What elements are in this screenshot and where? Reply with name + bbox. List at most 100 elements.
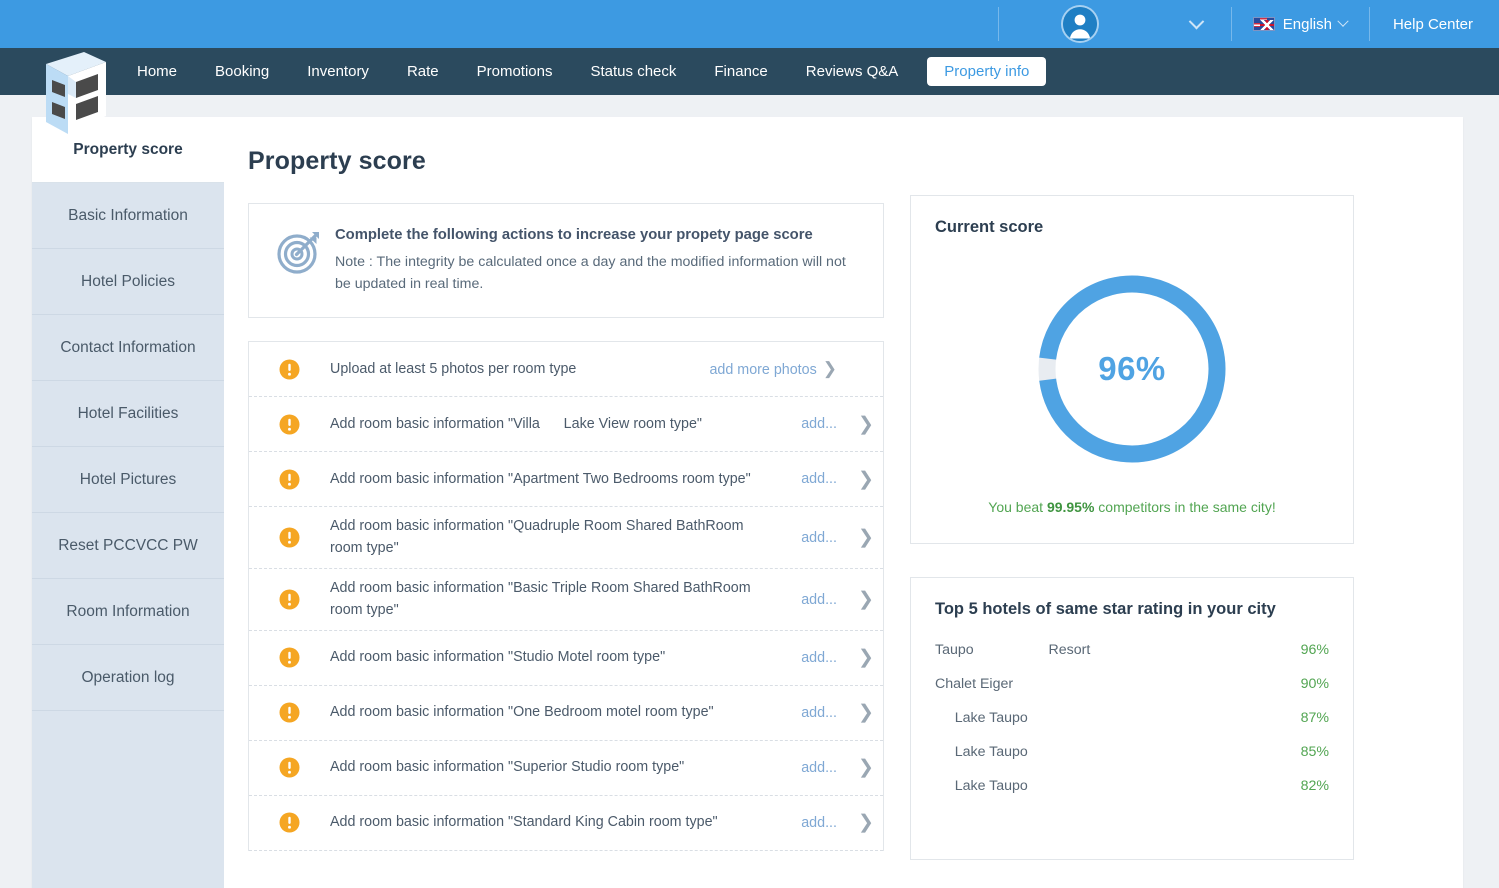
current-score-title: Current score: [935, 218, 1044, 236]
sidebar: Property score Basic Information Hotel P…: [32, 117, 224, 888]
hotel-name: Taupo Resort: [935, 642, 1091, 658]
task-row[interactable]: Add room basic information "Superior Stu…: [249, 741, 883, 796]
score-donut-chart: 96%: [935, 241, 1329, 475]
warning-exclamation-icon: [249, 469, 330, 490]
task-action-link[interactable]: add...: [791, 592, 849, 608]
sidebar-item-contact-information[interactable]: Contact Information: [32, 315, 224, 381]
task-label: Add room basic information "Apartment Tw…: [330, 470, 751, 487]
panel-bottom-padding: [935, 803, 1329, 837]
task-label: Add room basic information "Standard Kin…: [330, 814, 718, 831]
notice-body: Complete the following actions to increa…: [335, 226, 863, 295]
hotel-score: 87%: [1300, 710, 1329, 726]
hotel-name: Lake Taupo: [935, 710, 1028, 726]
notice-banner: Complete the following actions to increa…: [248, 203, 884, 319]
task-row[interactable]: Upload at least 5 photos per room type a…: [249, 342, 883, 398]
help-center-link[interactable]: Help Center: [1368, 0, 1499, 48]
task-list: Upload at least 5 photos per room type a…: [248, 341, 884, 851]
task-action-link[interactable]: add...: [791, 705, 849, 721]
hotel-score: 90%: [1300, 676, 1329, 692]
page-shell: Property score Basic Information Hotel P…: [32, 117, 1463, 888]
chevron-right-icon[interactable]: ❯: [849, 646, 883, 669]
task-row[interactable]: Add room basic information "One Bedroom …: [249, 686, 883, 741]
task-label: Add room basic information "Basic Triple…: [330, 580, 755, 618]
chevron-right-icon[interactable]: ❯: [849, 526, 883, 549]
sidebar-item-property-score[interactable]: Property score: [32, 117, 224, 183]
hotel-score: 96%: [1300, 642, 1329, 658]
task-action-link[interactable]: add more photos ❯: [709, 359, 849, 379]
help-center-label: Help Center: [1392, 15, 1473, 33]
nav-item-inventory[interactable]: Inventory: [288, 48, 388, 95]
top-hotels-panel: Top 5 hotels of same star rating in your…: [910, 577, 1354, 860]
top-bar: English Help Center: [0, 0, 1499, 48]
task-action-link[interactable]: add...: [791, 416, 849, 432]
task-action-link[interactable]: add...: [791, 815, 849, 831]
task-action-link[interactable]: add...: [791, 471, 849, 487]
page-title: Property score: [248, 147, 426, 175]
nav-item-finance[interactable]: Finance: [695, 48, 786, 95]
chevron-right-icon[interactable]: ❯: [849, 413, 883, 436]
nav-item-status-check[interactable]: Status check: [572, 48, 696, 95]
table-row: Lake Taupo 87%: [935, 701, 1329, 735]
chevron-down-icon: [1188, 13, 1205, 29]
task-action-link[interactable]: add...: [791, 530, 849, 546]
task-label: Add room basic information "Quadruple Ro…: [330, 518, 748, 556]
main-content: Property score Complete the following ac…: [224, 117, 1463, 888]
warning-exclamation-icon: [249, 647, 330, 668]
language-selector[interactable]: English: [1230, 0, 1369, 48]
task-label: Upload at least 5 photos per room type: [330, 360, 577, 377]
chevron-right-icon[interactable]: ❯: [849, 701, 883, 724]
chevron-right-icon[interactable]: ❯: [849, 588, 883, 611]
chevron-right-icon[interactable]: ❯: [849, 756, 883, 779]
chevron-down-icon: [1337, 15, 1349, 27]
notice-note: Note : The integrity be calculated once …: [335, 254, 846, 293]
sidebar-item-room-information[interactable]: Room Information: [32, 579, 224, 645]
task-action-link[interactable]: add...: [791, 760, 849, 776]
table-row: Taupo Resort 96%: [935, 633, 1329, 667]
warning-exclamation-icon: [249, 359, 330, 380]
sidebar-item-operation-log[interactable]: Operation log: [32, 645, 224, 711]
account-menu[interactable]: [997, 0, 1163, 48]
task-label: Add room basic information "Studio Motel…: [330, 649, 666, 666]
chevron-right-icon[interactable]: ❯: [849, 468, 883, 491]
top-hotels-title: Top 5 hotels of same star rating in your…: [935, 600, 1276, 618]
task-label: Add room basic information "Superior Stu…: [330, 759, 685, 776]
chevron-right-icon[interactable]: ❯: [849, 811, 883, 834]
sidebar-item-reset-pccvcc-pw[interactable]: Reset PCCVCC PW: [32, 513, 224, 579]
nav-item-promotions[interactable]: Promotions: [458, 48, 572, 95]
target-dart-icon: [263, 226, 335, 275]
top-hotels-table: Taupo Resort 96% Chalet Eiger 90% Lake T…: [935, 633, 1329, 803]
task-row[interactable]: Add room basic information "Apartment Tw…: [249, 452, 883, 508]
nav-item-rate[interactable]: Rate: [388, 48, 458, 95]
hotel-score: 85%: [1300, 744, 1329, 760]
nav-item-reviews-qa[interactable]: Reviews Q&A: [787, 48, 918, 95]
warning-exclamation-icon: [249, 812, 330, 833]
hotel-name: Chalet Eiger: [935, 676, 1014, 692]
nav-item-home[interactable]: Home: [118, 48, 196, 95]
warning-exclamation-icon: [249, 589, 330, 610]
warning-exclamation-icon: [249, 527, 330, 548]
beat-competitors-text: You beat 99.95% competitors in the same …: [935, 475, 1329, 521]
warning-exclamation-icon: [249, 702, 330, 723]
task-row[interactable]: Add room basic information "Studio Motel…: [249, 631, 883, 686]
sidebar-item-basic-information[interactable]: Basic Information: [32, 183, 224, 249]
task-row[interactable]: Add room basic information "Basic Triple…: [249, 569, 883, 631]
table-row: Lake Taupo 82%: [935, 769, 1329, 803]
user-avatar-icon[interactable]: [1063, 7, 1098, 41]
top-bar-spacer: [0, 0, 998, 48]
sidebar-item-hotel-pictures[interactable]: Hotel Pictures: [32, 447, 224, 513]
chevron-right-icon: ❯: [822, 359, 837, 379]
task-action-link[interactable]: add...: [791, 650, 849, 666]
task-row[interactable]: Add room basic information "Villa Lake V…: [249, 397, 883, 453]
sidebar-item-hotel-facilities[interactable]: Hotel Facilities: [32, 381, 224, 447]
nav-item-property-info[interactable]: Property info: [927, 57, 1047, 86]
task-row[interactable]: Add room basic information "Standard Kin…: [249, 796, 883, 851]
task-row[interactable]: Add room basic information "Quadruple Ro…: [249, 507, 883, 570]
nav-item-booking[interactable]: Booking: [196, 48, 288, 95]
account-dropdown-toggle[interactable]: [1163, 0, 1231, 48]
warning-exclamation-icon: [249, 757, 330, 778]
beat-value: 99.95%: [1046, 499, 1095, 515]
beat-suffix: competitors in the same city!: [1094, 499, 1276, 515]
right-column: Current score 96% You beat 99.95% compet…: [910, 147, 1354, 888]
sidebar-item-hotel-policies[interactable]: Hotel Policies: [32, 249, 224, 315]
main-navigation: Home Booking Inventory Rate Promotions S…: [0, 48, 1499, 134]
